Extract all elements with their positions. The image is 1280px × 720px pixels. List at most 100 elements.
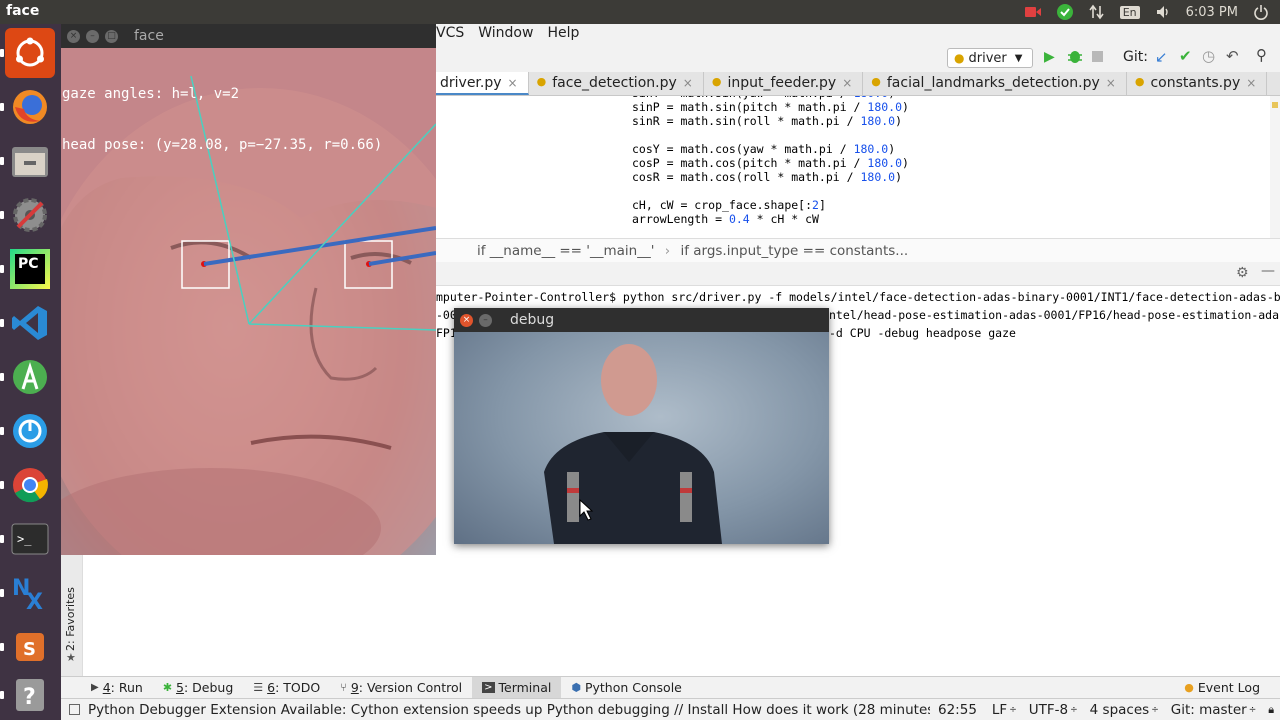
favorites-tool-button[interactable]: 2: Favorites bbox=[64, 583, 82, 651]
close-icon[interactable]: × bbox=[1106, 75, 1116, 95]
update-icon[interactable] bbox=[0, 406, 55, 456]
tool-label: : TODO bbox=[275, 680, 321, 695]
vscode-icon[interactable] bbox=[0, 298, 55, 348]
code-text: sinP = math.sin(pitch * math.pi / bbox=[632, 100, 868, 114]
svg-text:S: S bbox=[23, 639, 36, 660]
system-top-bar: face En 6:03 PM bbox=[0, 0, 1280, 24]
status-message[interactable]: Python Debugger Extension Available: Cyt… bbox=[88, 702, 930, 718]
files-icon[interactable] bbox=[0, 136, 55, 186]
pycharm-icon[interactable]: PC bbox=[0, 244, 55, 294]
tool-terminal[interactable]: > Terminal bbox=[472, 676, 562, 699]
tool-python-console[interactable]: ⬢ Python Console bbox=[561, 677, 692, 699]
event-log-label: Event Log bbox=[1197, 680, 1260, 695]
search-icon[interactable]: ⚲ bbox=[1256, 46, 1267, 64]
stack-icon[interactable]: S bbox=[0, 622, 55, 672]
debug-window[interactable]: × – debug bbox=[454, 308, 829, 544]
menu-vcs[interactable]: VCS bbox=[436, 25, 464, 44]
close-icon[interactable]: × bbox=[683, 75, 693, 95]
run-icon[interactable]: ▶ bbox=[1044, 49, 1055, 65]
close-icon[interactable]: × bbox=[1246, 75, 1256, 95]
code-number: 0.4 bbox=[728, 212, 750, 226]
tool-todo[interactable]: ☰ 6: TODO bbox=[243, 677, 330, 699]
favorites-label: 2: Favorites bbox=[64, 587, 77, 651]
close-icon[interactable]: × bbox=[842, 75, 852, 95]
minimize-icon[interactable]: – bbox=[479, 313, 492, 327]
star-icon: ★ bbox=[66, 651, 76, 664]
terminal-line: mputer-Pointer-Controller$ python src/dr… bbox=[436, 290, 1280, 304]
cursor-position[interactable]: 62:55 bbox=[938, 702, 977, 718]
firefox-icon[interactable] bbox=[0, 82, 55, 132]
git-commit-icon[interactable]: ✔ bbox=[1179, 47, 1192, 65]
close-icon[interactable]: × bbox=[67, 29, 80, 43]
git-branch[interactable]: Git: master bbox=[1171, 702, 1247, 718]
code-number: 2 bbox=[812, 198, 819, 212]
tab-label: constants.py bbox=[1150, 75, 1241, 91]
python-file-icon: ● bbox=[1134, 75, 1145, 88]
debug-icon[interactable] bbox=[1067, 47, 1083, 69]
status-toggle-icon[interactable] bbox=[69, 704, 80, 715]
ubuntu-dash-icon[interactable] bbox=[0, 28, 55, 78]
settings-icon[interactable] bbox=[0, 190, 55, 240]
gear-icon[interactable]: ⚙ bbox=[1236, 265, 1249, 281]
face-window[interactable]: × – □ face gaze angles: h=l, v=2 head po… bbox=[61, 24, 436, 555]
update-check-icon[interactable] bbox=[1056, 4, 1074, 20]
volume-icon[interactable] bbox=[1154, 4, 1172, 20]
code-text: ] bbox=[818, 198, 826, 212]
git-update-icon[interactable]: ↙ bbox=[1155, 48, 1168, 66]
chevron-icon: ÷ bbox=[1009, 704, 1017, 715]
code-line: cH, cW = crop_face.shape[:2] bbox=[632, 198, 826, 212]
face-video-frame: gaze angles: h=l, v=2 head pose: (y=28.0… bbox=[61, 48, 436, 555]
event-log-button[interactable]: ● Event Log bbox=[1174, 677, 1270, 699]
tab-label: input_feeder.py bbox=[727, 75, 837, 91]
tool-num: 5 bbox=[176, 680, 184, 695]
power-icon[interactable] bbox=[1252, 4, 1270, 20]
history-icon[interactable]: ◷ bbox=[1202, 47, 1215, 65]
keyboard-layout[interactable]: En bbox=[1119, 5, 1140, 19]
window-title: face bbox=[134, 28, 164, 44]
run-config-selector[interactable]: ● driver ▼ bbox=[947, 48, 1033, 68]
lock-icon[interactable]: 🔒︎ bbox=[1268, 703, 1274, 717]
terminal-icon[interactable]: >_ bbox=[0, 514, 55, 564]
camera-icon[interactable] bbox=[1024, 4, 1042, 20]
help-icon[interactable]: ? bbox=[0, 670, 55, 720]
tool-debug[interactable]: ✱ 5: Debug bbox=[153, 677, 243, 699]
close-icon[interactable]: × bbox=[508, 75, 518, 93]
tab-facial-landmarks[interactable]: ● facial_landmarks_detection.py × bbox=[863, 72, 1127, 95]
clock[interactable]: 6:03 PM bbox=[1186, 5, 1238, 20]
chrome-icon[interactable] bbox=[0, 460, 55, 510]
menu-help[interactable]: Help bbox=[547, 25, 579, 44]
tool-num: 9 bbox=[350, 680, 359, 695]
minimize-icon[interactable]: — bbox=[1261, 263, 1275, 279]
revert-icon[interactable]: ↶ bbox=[1226, 47, 1239, 65]
breadcrumb-item[interactable]: if args.input_type == constants... bbox=[680, 243, 908, 259]
tab-input-feeder[interactable]: ● input_feeder.py × bbox=[704, 72, 864, 95]
menu-window[interactable]: Window bbox=[478, 25, 533, 44]
line-separator[interactable]: LF bbox=[992, 702, 1007, 718]
indent-setting[interactable]: 4 spaces bbox=[1090, 702, 1150, 718]
code-editor[interactable]: sinY = math.sin(yaw * math.pi / 180.0)si… bbox=[436, 96, 1270, 238]
tool-run[interactable]: ▶ 4: Run bbox=[81, 677, 153, 699]
android-studio-icon[interactable] bbox=[0, 352, 55, 402]
network-icon[interactable] bbox=[1088, 4, 1106, 20]
tab-driver[interactable]: driver.py × bbox=[432, 72, 529, 95]
debug-window-titlebar[interactable]: × – debug bbox=[454, 308, 829, 332]
code-text: sinR = math.sin(roll * math.pi / bbox=[632, 114, 861, 128]
chevron-down-icon: ▼ bbox=[1014, 52, 1023, 64]
nx-icon[interactable]: NX bbox=[0, 568, 55, 618]
encoding[interactable]: UTF-8 bbox=[1029, 702, 1068, 718]
code-line: sinP = math.sin(pitch * math.pi / 180.0) bbox=[632, 100, 909, 114]
stop-icon[interactable] bbox=[1092, 51, 1103, 62]
breadcrumb: if __name__ == '__main__' › if args.inpu… bbox=[436, 238, 1280, 262]
tab-constants[interactable]: ● constants.py × bbox=[1127, 72, 1268, 95]
tool-version-control[interactable]: ⑂ 9: Version Control bbox=[330, 677, 472, 699]
tab-face-detection[interactable]: ● face_detection.py × bbox=[529, 72, 704, 95]
face-window-titlebar[interactable]: × – □ face bbox=[61, 24, 436, 48]
tool-label: Python Console bbox=[584, 680, 682, 695]
breadcrumb-item[interactable]: if __name__ == '__main__' bbox=[477, 243, 654, 259]
minimize-icon[interactable]: – bbox=[86, 29, 99, 43]
python-file-icon: ● bbox=[871, 75, 881, 88]
maximize-icon[interactable]: □ bbox=[105, 29, 118, 43]
close-icon[interactable]: × bbox=[460, 313, 473, 327]
editor-tabs: driver.py × ● face_detection.py × ● inpu… bbox=[432, 72, 1280, 96]
editor-scrollbar[interactable] bbox=[1270, 96, 1280, 238]
